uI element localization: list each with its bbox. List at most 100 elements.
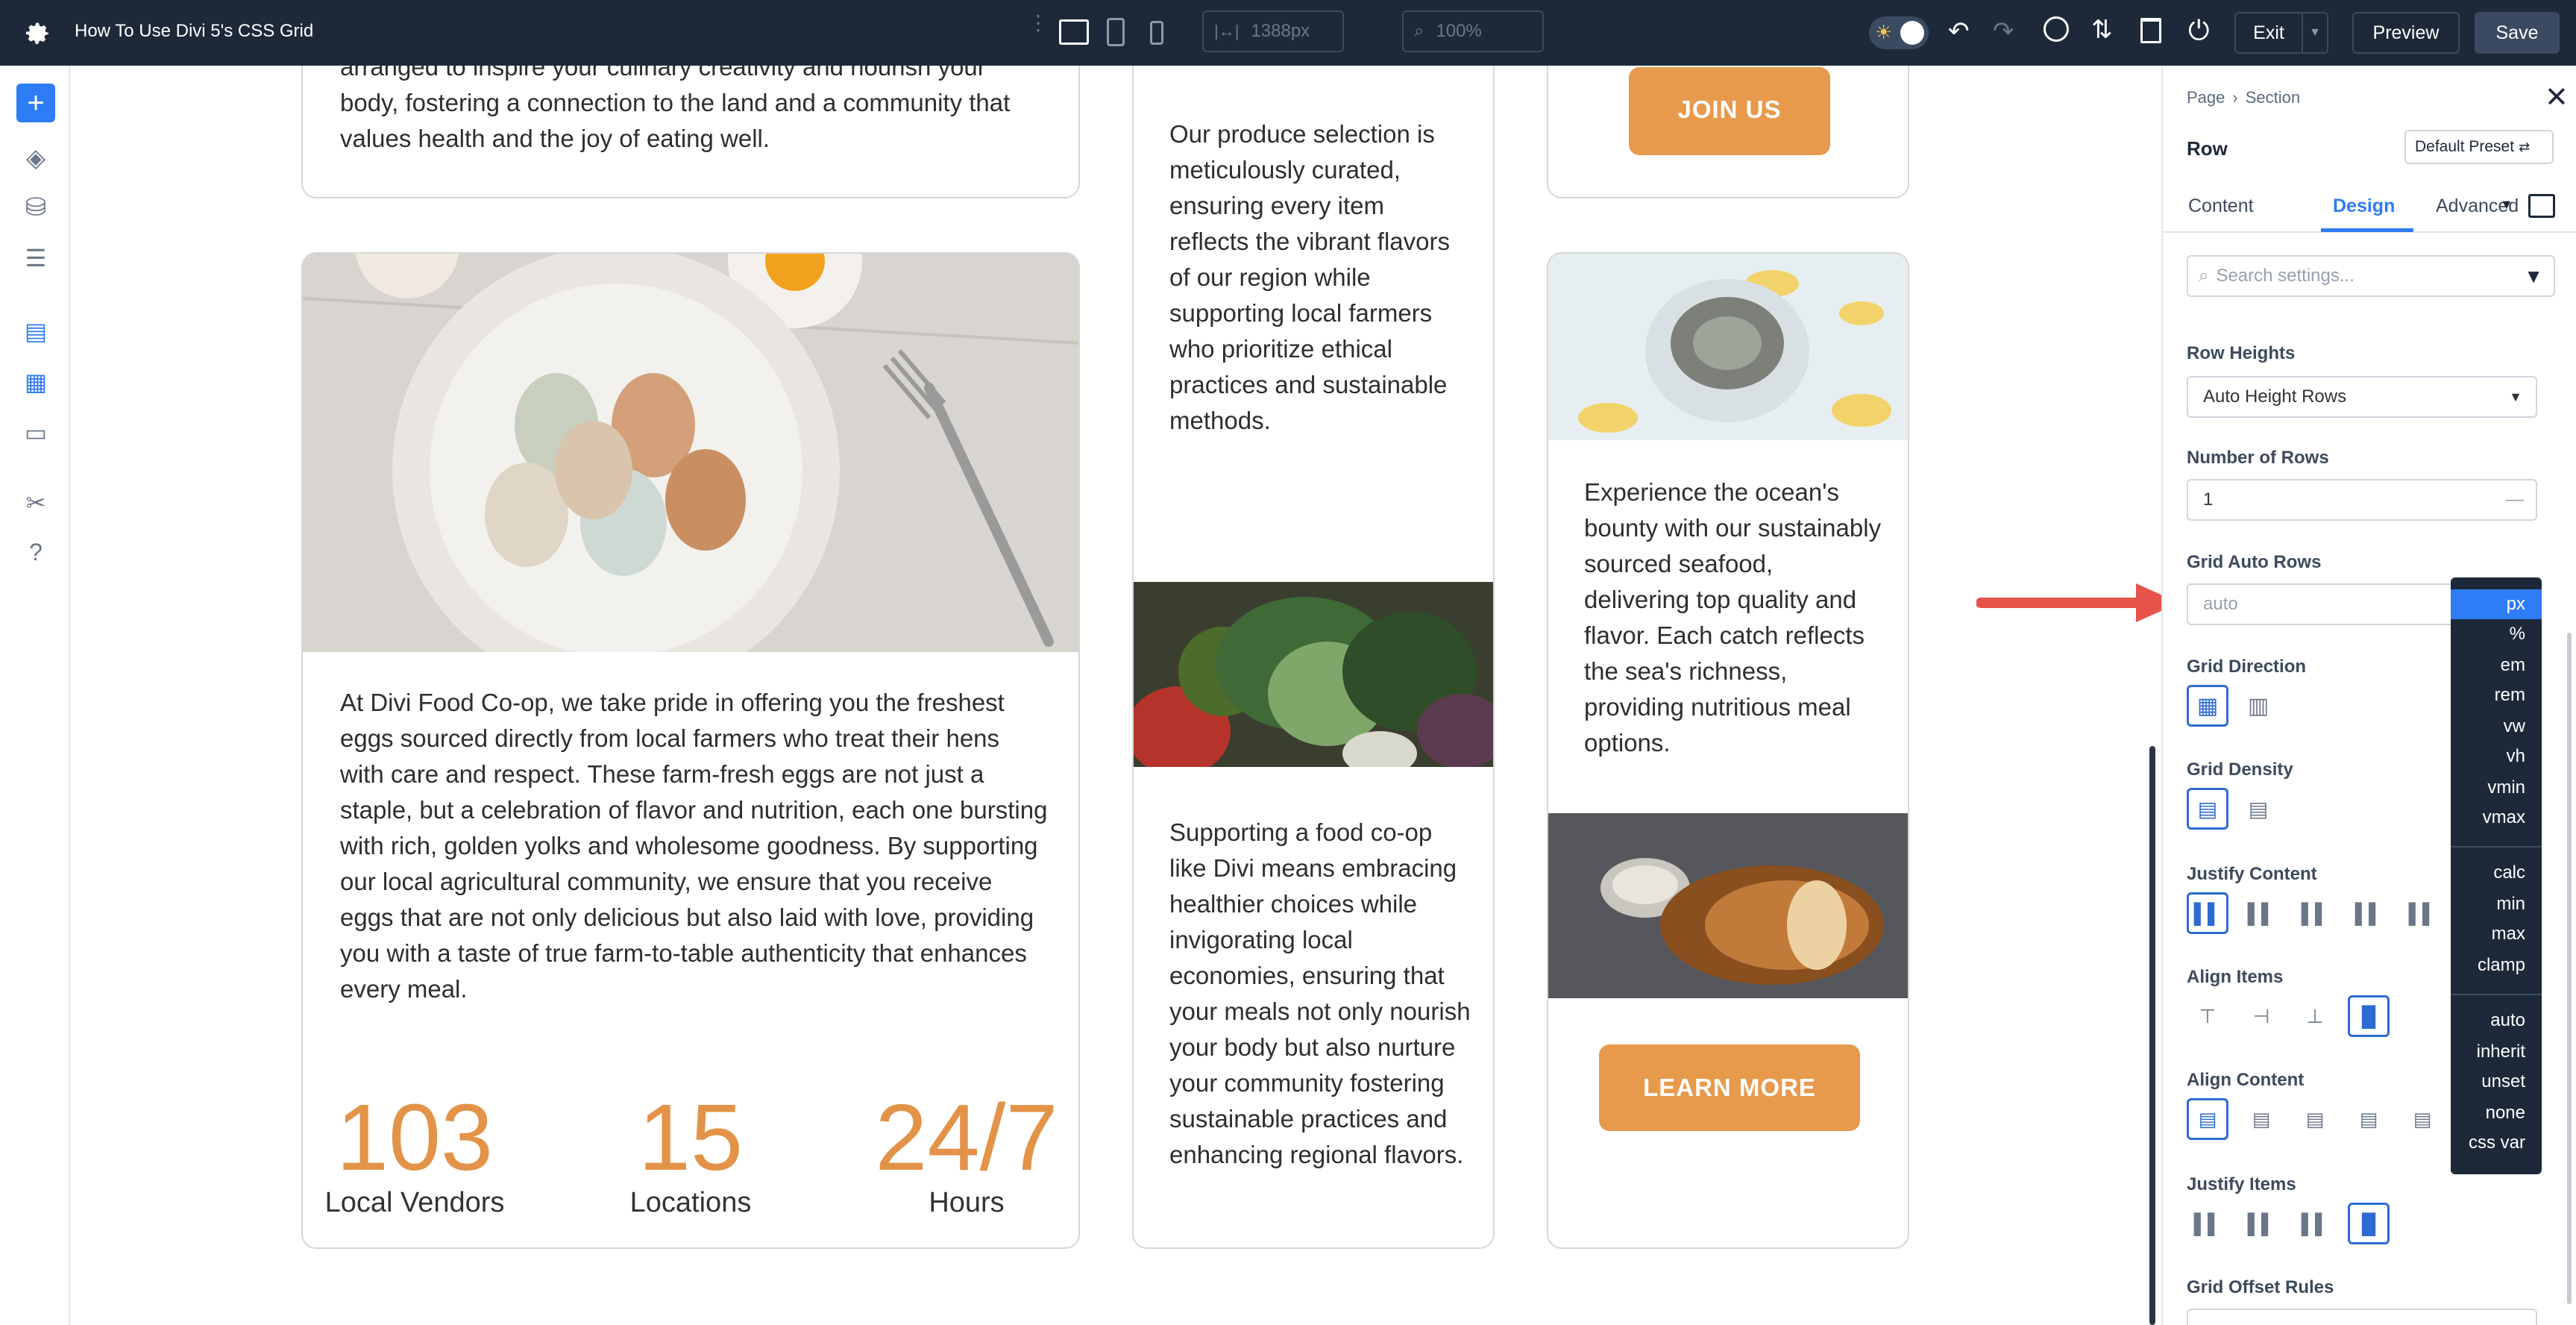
unit-option-vmin[interactable]: vmin [2451,773,2542,803]
card-eggs[interactable]: At Divi Food Co-op, we take pride in off… [301,252,1080,1249]
learn-more-button[interactable]: LEARN MORE [1599,1044,1860,1131]
number-rows-input[interactable]: 1 — [2187,479,2537,521]
justify-items-end-icon[interactable]: ▌▌ [2294,1203,2336,1244]
join-us-button[interactable]: JOIN US [1629,67,1830,155]
breadcrumb-section[interactable]: Section [2246,88,2300,107]
unit-option-unset[interactable]: unset [2451,1067,2542,1097]
justify-items-start-icon[interactable]: ▌▌ [2187,1203,2228,1244]
unit-option-rem[interactable]: rem [2451,680,2542,710]
grid-auto-rows-input[interactable]: auto [2187,583,2455,625]
unit-option-none[interactable]: none [2451,1098,2542,1128]
database-icon[interactable]: ⛁ [16,188,55,227]
stat-label-locations: Locations [629,1187,752,1218]
density-dense-icon[interactable]: ▤ [2237,788,2279,830]
unit-option-css-var[interactable]: css var [2451,1128,2542,1158]
theme-toggle[interactable]: ☀ [1869,16,1929,49]
unit-option-vw[interactable]: vw [2451,712,2542,742]
align-content-start-icon[interactable]: ▤ [2187,1098,2228,1140]
page-settings-icon[interactable]: ▤ [16,312,55,351]
justify-content-label: Justify Content [2187,864,2317,884]
save-button[interactable]: Save [2475,12,2560,54]
preset-dropdown[interactable]: Default Preset ⇄ [2404,130,2554,164]
justify-items-stretch-icon[interactable]: ▐▌ [2348,1203,2390,1244]
align-content-end-icon[interactable]: ▤ [2294,1098,2336,1140]
align-items-stretch-icon[interactable]: ▐▌ [2348,995,2390,1037]
unit-option-max[interactable]: max [2451,919,2542,949]
row-heights-select[interactable]: Auto Height Rows ▼ [2187,376,2537,418]
add-element-button[interactable]: + [16,84,55,122]
unit-option-auto[interactable]: auto [2451,1006,2542,1036]
justify-content-end-icon[interactable]: ▌▌ [2294,892,2336,934]
tablet-view-icon[interactable] [1107,18,1125,46]
unit-option-inherit[interactable]: inherit [2451,1037,2542,1067]
page-settings-alt-icon[interactable]: ▦ [16,363,55,401]
drag-handle-icon[interactable]: ⋮ [1028,13,1049,48]
sort-icon[interactable]: ⇅ [2091,15,2113,45]
panel-scrollbar[interactable] [2567,633,2572,1304]
align-items-group: ⊤ ⊣ ⊥ ▐▌ [2187,995,2410,1040]
card-intro[interactable]: arranged to inspire your culinary creati… [301,66,1080,198]
filter-icon[interactable]: ▼ [2524,265,2543,288]
desktop-view-icon[interactable] [1059,19,1089,45]
align-items-center-icon[interactable]: ⊣ [2240,995,2282,1037]
layers-icon[interactable]: ◈ [16,139,55,178]
align-content-center-icon[interactable]: ▤ [2240,1098,2282,1140]
tabs-more-icon[interactable]: ▼ [2500,197,2513,213]
phone-view-icon[interactable] [1150,21,1163,45]
tab-design[interactable]: Design [2333,195,2395,217]
exit-label: Exit [2253,22,2284,43]
pretzel-bread-image [1548,813,1908,998]
unit-option-min[interactable]: min [2451,889,2542,919]
unit-option-vh[interactable]: vh [2451,742,2542,771]
align-items-start-icon[interactable]: ⊤ [2187,995,2228,1037]
canvas-scrollbar[interactable] [2149,746,2155,1325]
width-field[interactable]: |↔| 1388px [1202,10,1344,52]
direction-column-icon[interactable]: ▥ [2237,685,2279,727]
direction-row-icon[interactable]: ▦ [2187,685,2228,727]
layout-icon[interactable]: ☰ [16,239,55,278]
page-title: How To Use Divi 5's CSS Grid [75,21,314,41]
unit-option-px[interactable]: px [2451,589,2542,619]
density-sparse-icon[interactable]: ▤ [2187,788,2228,830]
panel-layout-icon[interactable] [2528,194,2555,218]
zoom-field[interactable]: ⌕ 100% [1402,10,1544,52]
unit-option-vmax[interactable]: vmax [2451,803,2542,833]
justify-content-between-icon[interactable]: ▌▌ [2348,892,2390,934]
eggs-text: At Divi Food Co-op, we take pride in off… [340,689,1048,1003]
minus-icon[interactable]: — [2506,489,2524,510]
card-join[interactable]: JOIN US [1547,66,1909,198]
justify-content-around-icon[interactable]: ▌▌ [2401,892,2443,934]
power-icon[interactable]: ⏻ [2188,15,2209,47]
exit-button[interactable]: Exit [2234,12,2303,54]
justify-content-center-icon[interactable]: ▌▌ [2240,892,2282,934]
responsive-settings-icon[interactable]: ▭ [16,413,55,452]
justify-items-center-icon[interactable]: ▌▌ [2240,1203,2282,1244]
align-items-end-icon[interactable]: ⊥ [2294,995,2336,1037]
stat-number-locations: 15 [638,1085,744,1190]
unit-option-clamp[interactable]: clamp [2451,950,2542,980]
exit-dropdown-button[interactable]: ▼ [2303,12,2328,54]
history-icon[interactable] [2043,16,2069,42]
breadcrumb-page[interactable]: Page [2187,88,2225,107]
grid-offset-select[interactable] [2187,1309,2537,1325]
align-content-around-icon[interactable]: ▤ [2401,1098,2443,1140]
card-produce[interactable]: Our produce selection is meticulously cu… [1132,66,1495,1249]
undo-icon[interactable]: ↶ [1948,16,1970,46]
unit-option-percent[interactable]: % [2451,619,2542,649]
card-seafood[interactable]: Experience the ocean's bounty with our s… [1547,252,1909,1249]
redo-icon[interactable]: ↷ [1993,16,2014,46]
search-settings[interactable]: ⌕ Search settings... ▼ [2187,255,2555,297]
tools-icon[interactable]: ✂ [16,483,55,522]
justify-content-start-icon[interactable]: ▌▌ [2187,892,2228,934]
unit-option-em[interactable]: em [2451,651,2542,680]
help-icon[interactable]: ? [16,533,55,571]
close-icon[interactable]: ✕ [2545,81,2569,114]
preview-button[interactable]: Preview [2352,12,2460,54]
trash-icon[interactable] [2140,18,2161,43]
align-content-between-icon[interactable]: ▤ [2348,1098,2390,1140]
join-us-label: JOIN US [1677,95,1782,123]
settings-gear-icon[interactable] [22,18,52,48]
tab-content[interactable]: Content [2188,195,2254,217]
unit-option-calc[interactable]: calc [2451,858,2542,888]
chevron-down-icon: ▼ [2509,389,2522,404]
